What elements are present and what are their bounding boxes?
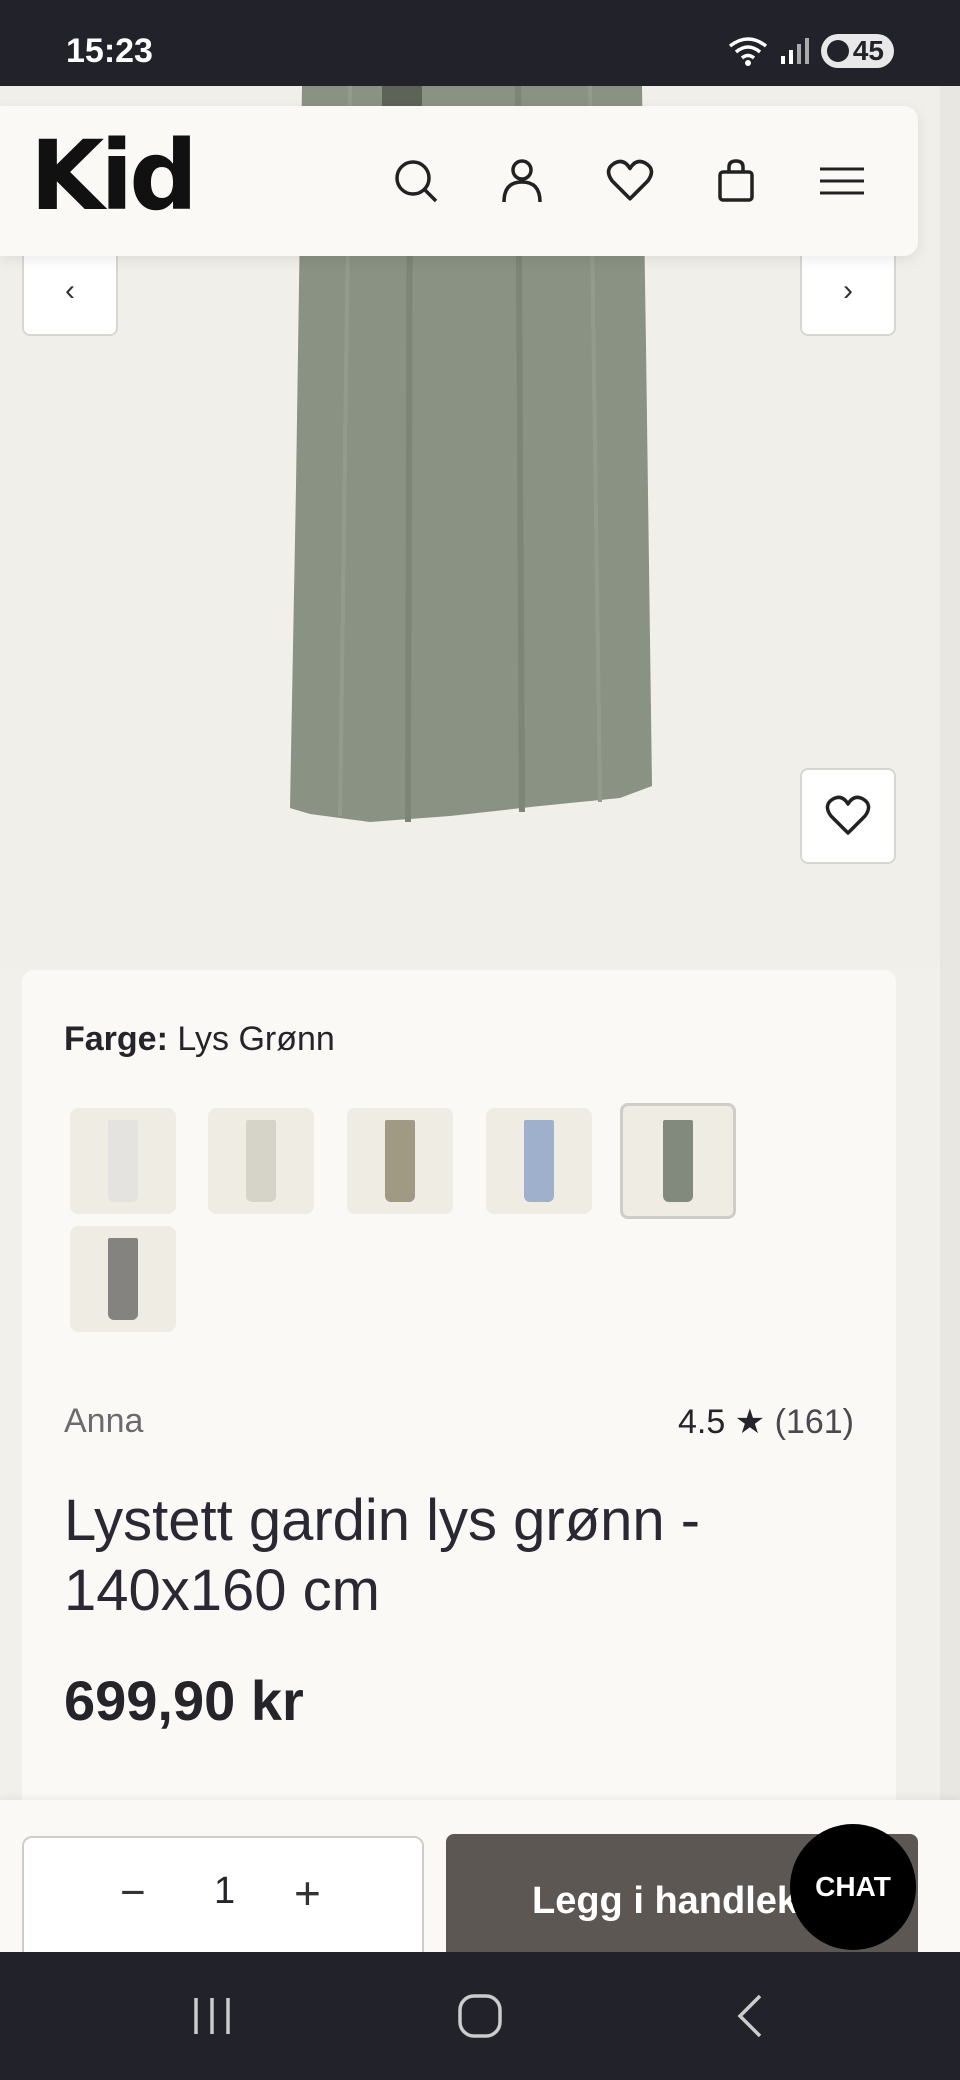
swatch-image [524, 1120, 554, 1202]
chat-button[interactable]: CHAT [790, 1824, 916, 1950]
status-time: 15:23 [66, 32, 153, 70]
color-swatch-khaki[interactable] [347, 1108, 453, 1214]
quantity-stepper: − 1 + [22, 1836, 424, 1966]
color-swatch-light-blue[interactable] [486, 1108, 592, 1214]
swatch-image [663, 1120, 693, 1202]
account-icon[interactable] [492, 151, 552, 211]
battery-saver-icon [826, 40, 849, 62]
menu-icon[interactable] [812, 151, 872, 211]
scroll-edge [940, 86, 960, 1800]
logo[interactable]: Kid [30, 128, 198, 224]
quantity-increase-button[interactable]: + [294, 1866, 321, 1920]
product-rating[interactable]: 4.5 ★ (161) [678, 1402, 854, 1442]
swatch-image [108, 1120, 138, 1202]
battery-icon: 45 [820, 34, 894, 68]
rating-count: (161) [774, 1403, 854, 1441]
swatch-image [108, 1238, 138, 1320]
color-swatch-light-green[interactable] [620, 1103, 736, 1219]
swatch-image [385, 1120, 415, 1202]
status-icons: 45 [727, 34, 894, 68]
product-title: Lystett gardin lys grønn - 140x160 cm [64, 1488, 701, 1623]
wifi-icon [728, 37, 767, 66]
status-bar: 15:23 45 [0, 0, 960, 86]
recent-apps-icon[interactable] [182, 1986, 242, 2046]
back-icon[interactable] [720, 1986, 780, 2046]
home-icon[interactable] [450, 1986, 510, 2046]
color-selector-label: Farge: Lys Grønn [64, 1020, 335, 1059]
product-brand[interactable]: Anna [64, 1402, 143, 1441]
color-swatch-grey[interactable] [70, 1226, 176, 1332]
color-label: Farge: [64, 1020, 168, 1058]
color-swatch-white[interactable] [70, 1108, 176, 1214]
gallery-next-button[interactable]: › [800, 246, 896, 336]
rating-value: 4.5 ★ [677, 1403, 766, 1441]
color-value: Lys Grønn [177, 1020, 335, 1058]
heart-icon [825, 795, 871, 835]
add-to-wishlist-button[interactable] [800, 768, 896, 864]
system-nav-bar [0, 1952, 960, 2080]
battery-level: 45 [852, 35, 884, 66]
quantity-value[interactable]: 1 [214, 1870, 235, 1913]
gallery-prev-button[interactable]: ‹ [22, 246, 118, 336]
site-header: Kid [0, 106, 918, 256]
quantity-decrease-button[interactable]: − [120, 1868, 146, 1918]
search-icon[interactable] [386, 151, 446, 211]
wishlist-icon[interactable] [600, 151, 660, 211]
signal-icon [780, 38, 809, 64]
swatch-image [246, 1120, 276, 1202]
color-swatch-light-beige[interactable] [208, 1108, 314, 1214]
product-price: 699,90 kr [64, 1669, 304, 1732]
cart-icon[interactable] [706, 151, 766, 211]
